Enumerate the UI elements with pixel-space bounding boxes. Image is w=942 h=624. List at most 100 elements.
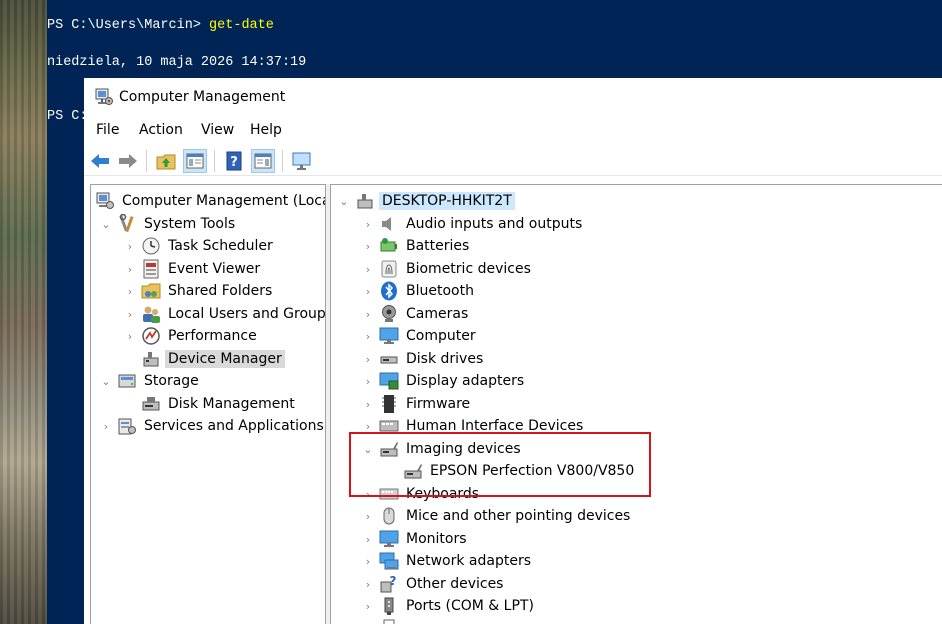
- chevron-right-icon[interactable]: ›: [361, 352, 375, 366]
- event-viewer-icon: [141, 259, 161, 279]
- up-folder-icon[interactable]: [154, 149, 178, 173]
- title-bar[interactable]: Computer Management: [84, 78, 942, 116]
- device-category-label: Other devices: [406, 576, 504, 592]
- chevron-right-icon[interactable]: ›: [361, 532, 375, 546]
- storage-icon: [117, 371, 137, 391]
- device-category[interactable]: › ? Other devices: [361, 573, 506, 595]
- menu-file[interactable]: File: [96, 122, 119, 138]
- chevron-right-icon[interactable]: ›: [123, 239, 137, 253]
- ps-prompt-2: PS C:: [47, 109, 88, 124]
- chevron-down-icon[interactable]: ⌄: [99, 374, 113, 388]
- chevron-down-icon[interactable]: ⌄: [99, 217, 113, 231]
- device-category[interactable]: › Ports (COM & LPT): [361, 595, 537, 617]
- chevron-right-icon[interactable]: ›: [361, 239, 375, 253]
- ps-prompt: PS C:\Users\Marcin>: [47, 18, 201, 33]
- chevron-right-icon[interactable]: ›: [361, 307, 375, 321]
- chevron-right-icon[interactable]: ›: [361, 374, 375, 388]
- tree-node-disk-management[interactable]: Disk Management: [123, 393, 298, 415]
- unknown-device-icon: ?: [379, 574, 399, 594]
- tree-node-services[interactable]: › Services and Applications: [99, 415, 325, 437]
- computer-management-window[interactable]: Computer Management File Action View Hel…: [84, 78, 942, 624]
- computer-name: DESKTOP-HHKIT2T: [379, 192, 515, 210]
- chevron-right-icon[interactable]: ›: [361, 554, 375, 568]
- chevron-right-icon[interactable]: ›: [361, 509, 375, 523]
- chevron-down-icon[interactable]: ⌄: [337, 194, 351, 208]
- tree-node-task-scheduler[interactable]: › Task Scheduler: [123, 235, 276, 257]
- menu-help[interactable]: Help: [250, 122, 282, 138]
- device-tree[interactable]: ⌄ DESKTOP-HHKIT2T › Audio inputs and out…: [330, 184, 942, 624]
- chevron-right-icon[interactable]: ›: [361, 329, 375, 343]
- performance-icon: [141, 326, 161, 346]
- tree-node-root[interactable]: Computer Management (Local): [95, 190, 326, 212]
- tree-node-system-tools[interactable]: ⌄ System Tools: [99, 213, 238, 235]
- battery-icon: [379, 236, 399, 256]
- window-title: Computer Management: [119, 89, 286, 105]
- device-category[interactable]: › Batteries: [361, 235, 472, 257]
- device-category[interactable]: › Audio inputs and outputs: [361, 213, 585, 235]
- monitor-icon[interactable]: [290, 149, 314, 173]
- device-category[interactable]: › Cameras: [361, 303, 471, 325]
- device-root-node[interactable]: ⌄ DESKTOP-HHKIT2T: [337, 190, 515, 212]
- chevron-right-icon[interactable]: ›: [99, 419, 113, 433]
- tree-node-device-manager[interactable]: Device Manager: [123, 348, 285, 370]
- shared-folder-icon: [141, 281, 161, 301]
- device-category[interactable]: › Bluetooth: [361, 280, 477, 302]
- device-category-label: Biometric devices: [406, 261, 531, 277]
- back-icon[interactable]: [88, 149, 112, 173]
- chevron-right-icon[interactable]: ›: [361, 599, 375, 613]
- users-icon: [141, 304, 161, 324]
- chevron-right-icon[interactable]: ›: [123, 262, 137, 276]
- device-category[interactable]: › Biometric devices: [361, 258, 534, 280]
- tree-node-performance[interactable]: › Performance: [123, 325, 260, 347]
- menu-bar: File Action View Help: [84, 118, 942, 142]
- annotation-highlight-box: [349, 432, 651, 497]
- chevron-right-icon[interactable]: ›: [123, 284, 137, 298]
- chevron-right-icon[interactable]: ›: [123, 307, 137, 321]
- menu-action[interactable]: Action: [139, 122, 183, 138]
- speaker-icon: [379, 214, 399, 234]
- ps-output: niedziela, 10 maja 2026 14:37:19: [47, 55, 307, 70]
- fingerprint-icon: [379, 259, 399, 279]
- help-icon[interactable]: ?: [222, 149, 246, 173]
- device-category[interactable]: › Display adapters: [361, 370, 527, 392]
- disk-drive-icon: [379, 349, 399, 369]
- chevron-right-icon[interactable]: ›: [123, 329, 137, 343]
- chevron-right-icon[interactable]: ›: [361, 284, 375, 298]
- tree-node-event-viewer[interactable]: › Event Viewer: [123, 258, 263, 280]
- tree-node-local-users[interactable]: › Local Users and Groups: [123, 303, 325, 325]
- device-category-label: Display adapters: [406, 373, 525, 389]
- tree-node-shared-folders[interactable]: › Shared Folders: [123, 280, 275, 302]
- device-category-label: Disk drives: [406, 351, 484, 367]
- device-category[interactable]: › Mice and other pointing devices: [361, 505, 633, 527]
- chevron-right-icon[interactable]: ›: [361, 262, 375, 276]
- menu-view[interactable]: View: [201, 122, 234, 138]
- tree-label: Shared Folders: [168, 283, 273, 299]
- device-category[interactable]: › Network adapters: [361, 550, 534, 572]
- show-hide-action-pane-icon[interactable]: [251, 149, 275, 173]
- device-category[interactable]: › Monitors: [361, 528, 470, 550]
- ps-command: get-date: [209, 18, 274, 33]
- tree-label: System Tools: [144, 216, 236, 232]
- device-category-label: Cameras: [406, 306, 469, 322]
- show-hide-tree-icon[interactable]: [183, 149, 207, 173]
- tree-node-storage[interactable]: ⌄ Storage: [99, 370, 202, 392]
- monitor-icon: [379, 529, 399, 549]
- tree-label: Computer Management (Local): [122, 193, 326, 209]
- device-manager-icon: [141, 349, 161, 369]
- tree-label: Storage: [144, 373, 199, 389]
- chevron-right-icon[interactable]: ›: [361, 217, 375, 231]
- tree-label: Services and Applications: [144, 418, 324, 434]
- computer-management-icon: [94, 87, 114, 107]
- forward-icon[interactable]: [116, 149, 140, 173]
- chevron-right-icon[interactable]: ›: [361, 419, 375, 433]
- device-category[interactable]: › Firmware: [361, 393, 473, 415]
- device-category-label: Mice and other pointing devices: [406, 508, 631, 524]
- firmware-icon: [379, 394, 399, 414]
- console-tree[interactable]: Computer Management (Local) ⌄ System Too…: [90, 184, 326, 624]
- device-category[interactable]: › Disk drives: [361, 348, 486, 370]
- chevron-right-icon[interactable]: ›: [361, 577, 375, 591]
- device-category-label: Network adapters: [406, 553, 531, 569]
- device-category[interactable]: › Computer: [361, 325, 479, 347]
- chevron-right-icon[interactable]: ›: [361, 397, 375, 411]
